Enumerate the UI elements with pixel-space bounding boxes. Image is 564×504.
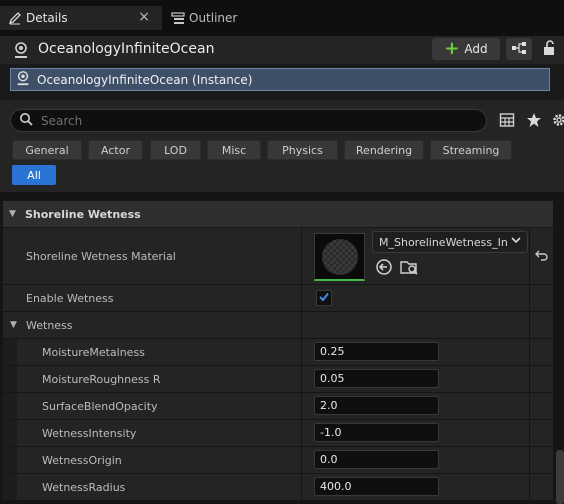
column-divider [301,285,302,311]
indent-guide [3,339,17,365]
star-icon[interactable] [525,111,543,129]
vertical-scrollbar[interactable] [556,450,564,504]
column-divider [529,228,530,284]
filter-general[interactable]: General [12,140,82,160]
tab-details-label: Details [26,11,68,25]
param-label: MoistureMetalness [42,345,145,359]
param-label: MoistureRoughness R [42,372,161,386]
enable-wetness-checkbox[interactable] [316,290,332,306]
collapse-arrow-icon: ▼ [9,209,16,219]
add-button-label: Add [464,42,488,56]
param-label: WetnessRadius [42,480,126,494]
tab-outliner[interactable]: Outliner [163,6,273,30]
filter-physics[interactable]: Physics [267,140,338,160]
filter-all[interactable]: All [12,165,56,185]
material-value: M_ShorelineWetness_In [379,235,508,249]
column-divider [529,447,530,473]
column-divider [301,447,302,473]
param-label: SurfaceBlendOpacity [42,399,158,413]
indent-guide [3,393,17,419]
outliner-icon [167,11,189,25]
subcategory-title: Wetness [26,318,73,332]
column-divider [301,339,302,365]
column-divider [529,285,530,311]
column-divider [529,312,530,338]
enable-wetness-label: Enable Wetness [26,291,114,305]
category-shoreline-wetness[interactable]: ▼ Shoreline Wetness [3,201,553,227]
filter-rendering[interactable]: Rendering [344,140,424,160]
close-icon[interactable]: × [138,9,150,25]
filter-misc[interactable]: Misc [207,140,261,160]
use-selected-asset-icon[interactable] [375,258,393,279]
param-row: WetnessOrigin 0.0 [3,447,553,474]
material-row: Shoreline Wetness Material M_ShorelineWe… [3,228,553,285]
column-divider [529,474,530,500]
checkmark-icon [318,291,330,306]
enable-wetness-row: Enable Wetness [3,285,553,312]
param-row: WetnessIntensity -1.0 [3,420,553,447]
actor-icon [12,41,30,62]
plus-icon: + [444,38,460,59]
pencil-icon [4,11,26,25]
actor-icon [15,70,31,89]
actor-name: OceanologyInfiniteOcean [38,41,215,57]
param-label: WetnessOrigin [42,453,122,467]
indent-guide [3,420,17,446]
lock-icon [543,39,557,59]
tab-outliner-label: Outliner [189,11,238,25]
filter-lod[interactable]: LOD [150,140,201,160]
blueprint-button[interactable] [506,38,532,60]
material-dropdown[interactable]: M_ShorelineWetness_In [372,231,528,253]
param-value-input[interactable]: 400.0 [314,477,439,496]
param-value-input[interactable]: -1.0 [314,423,439,442]
tab-details[interactable]: Details × [0,6,162,30]
column-divider [301,393,302,419]
search-placeholder: Search [41,113,83,128]
param-row: MoistureRoughness R 0.05 [3,366,553,393]
filter-streaming[interactable]: Streaming [430,140,512,160]
lock-button[interactable] [540,39,560,59]
column-divider [529,366,530,392]
instance-label: OceanologyInfiniteOcean (Instance) [37,72,253,87]
category-title: Shoreline Wetness [25,207,141,221]
indent-guide [3,366,17,392]
column-divider [301,366,302,392]
table-view-icon[interactable] [498,111,516,129]
indent-guide [3,474,17,500]
column-divider [529,339,530,365]
column-divider [301,420,302,446]
column-divider [301,228,302,284]
subcategory-wetness[interactable]: ▼ Wetness [3,312,553,339]
blueprint-icon [511,41,527,58]
instance-row[interactable]: OceanologyInfiniteOcean (Instance) [10,68,550,91]
settings-gear-icon[interactable] [550,111,564,129]
browse-asset-icon[interactable] [400,258,420,279]
param-value-input[interactable]: 2.0 [314,396,439,415]
add-component-button[interactable]: + Add [432,38,500,60]
param-value-input[interactable]: 0.25 [314,342,439,361]
param-row: SurfaceBlendOpacity 2.0 [3,393,553,420]
param-value-input[interactable]: 0.05 [314,369,439,388]
chevron-down-icon [511,235,521,248]
column-divider [529,393,530,419]
indent-guide [3,447,17,473]
material-label: Shoreline Wetness Material [26,249,176,263]
column-divider [529,420,530,446]
param-value-input[interactable]: 0.0 [314,450,439,469]
column-divider [301,474,302,500]
filter-actor[interactable]: Actor [88,140,143,160]
param-row: WetnessRadius 400.0 [3,474,553,501]
search-icon [19,112,33,129]
subcategory-header: ▼ Wetness [10,312,73,338]
collapse-arrow-icon: ▼ [10,320,17,330]
param-row: MoistureMetalness 0.25 [3,339,553,366]
column-divider [301,312,302,338]
param-label: WetnessIntensity [42,426,137,440]
search-input[interactable]: Search [10,109,487,132]
reset-to-default-icon[interactable] [535,248,549,265]
material-thumbnail[interactable] [314,233,365,281]
